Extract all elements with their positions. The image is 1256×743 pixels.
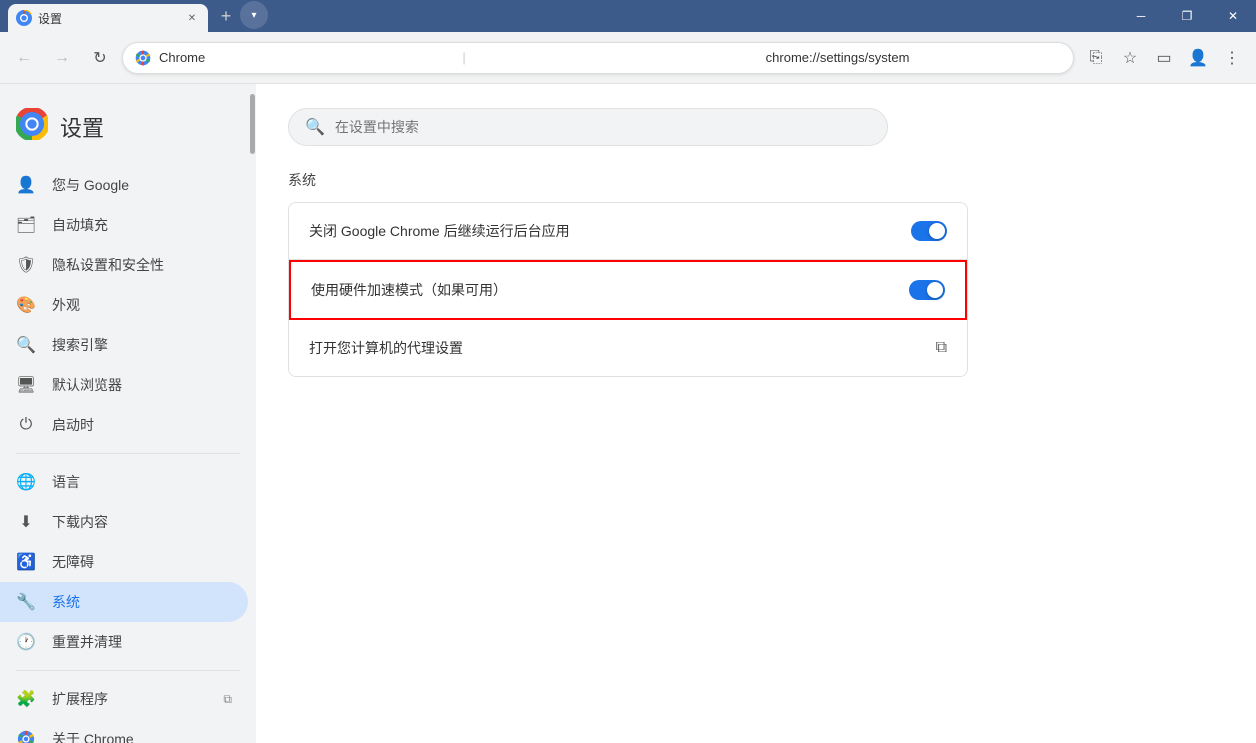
toggle-hardware-accel[interactable] bbox=[909, 280, 945, 300]
tab-favicon bbox=[16, 10, 32, 26]
sidebar-label-autofill: 自动填充 bbox=[52, 215, 108, 235]
power-icon: ⏻ bbox=[16, 415, 36, 435]
sidebar-title: 设置 bbox=[60, 111, 104, 143]
sidebar-scrollbar-thumb bbox=[250, 94, 255, 154]
main-layout: 设置 👤 您与 Google 🗂 自动填充 🛡 隐私设置和安全性 🎨 外观 🔍 … bbox=[0, 84, 1256, 743]
sidebar-item-extensions[interactable]: 🧩 扩展程序 ⧉ bbox=[0, 679, 248, 719]
sidebar-header: 设置 bbox=[0, 100, 256, 165]
autofill-icon: 🗂 bbox=[16, 215, 36, 235]
sidebar-item-appearance[interactable]: 🎨 外观 bbox=[0, 285, 248, 325]
sidebar-label-google: 您与 Google bbox=[52, 175, 129, 195]
section-title: 系统 bbox=[288, 170, 1224, 190]
tab-close-button[interactable]: ✕ bbox=[184, 10, 200, 26]
about-chrome-icon bbox=[16, 729, 36, 743]
sidebar: 设置 👤 您与 Google 🗂 自动填充 🛡 隐私设置和安全性 🎨 外观 🔍 … bbox=[0, 84, 256, 743]
split-screen-icon[interactable]: ▭ bbox=[1148, 42, 1180, 74]
url-bar[interactable]: Chrome | chrome://settings/system bbox=[122, 42, 1074, 74]
profile-icon[interactable]: 👤 bbox=[1182, 42, 1214, 74]
url-path: chrome://settings/system bbox=[766, 50, 1061, 65]
window-controls: ─ ❐ ✕ bbox=[1118, 0, 1256, 32]
sidebar-label-about: 关于 Chrome bbox=[52, 729, 134, 743]
sidebar-label-browser: 默认浏览器 bbox=[52, 375, 122, 395]
sidebar-item-download[interactable]: ⬇ 下载内容 bbox=[0, 502, 248, 542]
active-tab[interactable]: 设置 ✕ bbox=[8, 4, 208, 32]
sidebar-item-language[interactable]: 🌐 语言 bbox=[0, 462, 248, 502]
bookmark-icon[interactable]: ☆ bbox=[1114, 42, 1146, 74]
sidebar-scrollbar[interactable] bbox=[248, 84, 256, 743]
sidebar-item-google[interactable]: 👤 您与 Google bbox=[0, 165, 248, 205]
menu-icon[interactable]: ⋮ bbox=[1216, 42, 1248, 74]
tab-bar: 设置 ✕ + bbox=[8, 0, 240, 32]
setting-row-background-run: 关闭 Google Chrome 后继续运行后台应用 bbox=[289, 203, 967, 260]
sidebar-divider-2 bbox=[16, 670, 240, 671]
wrench-icon: 🔧 bbox=[16, 592, 36, 612]
content-area: 🔍 系统 关闭 Google Chrome 后继续运行后台应用 使用硬件加速模式… bbox=[256, 84, 1256, 743]
sidebar-label-appearance: 外观 bbox=[52, 295, 80, 315]
sidebar-item-accessibility[interactable]: ♿ 无障碍 bbox=[0, 542, 248, 582]
addressbar: ← → ↻ Chrome | chrome://settings/system … bbox=[0, 32, 1256, 84]
back-button[interactable]: ← bbox=[8, 42, 40, 74]
close-button[interactable]: ✕ bbox=[1210, 0, 1256, 32]
new-tab-button[interactable]: + bbox=[212, 2, 240, 30]
sidebar-item-about[interactable]: 关于 Chrome bbox=[0, 719, 248, 743]
setting-label-proxy: 打开您计算机的代理设置 bbox=[309, 338, 463, 358]
sidebar-label-search: 搜索引擎 bbox=[52, 335, 108, 355]
url-separator: | bbox=[462, 50, 757, 65]
sidebar-item-browser[interactable]: 🖥 默认浏览器 bbox=[0, 365, 248, 405]
toggle-background-run[interactable] bbox=[911, 221, 947, 241]
sidebar-label-reset: 重置并清理 bbox=[52, 632, 122, 652]
person-icon: 👤 bbox=[16, 175, 36, 195]
accessibility-icon: ♿ bbox=[16, 552, 36, 572]
sidebar-label-accessibility: 无障碍 bbox=[52, 552, 94, 572]
sidebar-label-system: 系统 bbox=[52, 592, 80, 612]
sidebar-item-startup[interactable]: ⏻ 启动时 bbox=[0, 405, 248, 445]
setting-label-hardware-accel: 使用硬件加速模式（如果可用） bbox=[311, 280, 507, 300]
titlebar-left: 设置 ✕ + ▾ bbox=[0, 0, 1118, 32]
url-favicon bbox=[135, 50, 151, 66]
search-icon: 🔍 bbox=[16, 335, 36, 355]
globe-icon: 🌐 bbox=[16, 472, 36, 492]
toggle-knob-hardware-accel bbox=[927, 282, 943, 298]
sidebar-item-privacy[interactable]: 🛡 隐私设置和安全性 bbox=[0, 245, 248, 285]
search-bar[interactable]: 🔍 bbox=[288, 108, 888, 146]
proxy-external-link-icon[interactable]: ⧉ bbox=[936, 339, 947, 357]
settings-card: 关闭 Google Chrome 后继续运行后台应用 使用硬件加速模式（如果可用… bbox=[288, 202, 968, 377]
extensions-external-icon: ⧉ bbox=[223, 692, 232, 707]
sidebar-label-download: 下载内容 bbox=[52, 512, 108, 532]
share-icon[interactable]: ⎘ bbox=[1080, 42, 1112, 74]
browser-icon: 🖥 bbox=[16, 375, 36, 395]
sidebar-item-system[interactable]: 🔧 系统 bbox=[0, 582, 248, 622]
sidebar-label-privacy: 隐私设置和安全性 bbox=[52, 255, 164, 275]
sidebar-item-reset[interactable]: 🕐 重置并清理 bbox=[0, 622, 248, 662]
url-brand: Chrome bbox=[159, 50, 454, 65]
download-icon: ⬇ bbox=[16, 512, 36, 532]
extensions-icon: 🧩 bbox=[16, 689, 36, 709]
toolbar-right: ⎘ ☆ ▭ 👤 ⋮ bbox=[1080, 42, 1248, 74]
sidebar-item-search[interactable]: 🔍 搜索引擎 bbox=[0, 325, 248, 365]
minimize-button[interactable]: ─ bbox=[1118, 0, 1164, 32]
toggle-knob-background-run bbox=[929, 223, 945, 239]
search-bar-icon: 🔍 bbox=[305, 117, 325, 137]
sidebar-label-extensions: 扩展程序 bbox=[52, 689, 108, 709]
setting-row-proxy: 打开您计算机的代理设置 ⧉ bbox=[289, 320, 967, 376]
tab-title: 设置 bbox=[38, 10, 178, 27]
titlebar: 设置 ✕ + ▾ ─ ❐ ✕ bbox=[0, 0, 1256, 32]
tab-dropdown-button[interactable]: ▾ bbox=[240, 1, 268, 29]
sidebar-label-startup: 启动时 bbox=[52, 415, 94, 435]
palette-icon: 🎨 bbox=[16, 295, 36, 315]
chrome-logo-icon bbox=[16, 108, 48, 145]
restore-button[interactable]: ❐ bbox=[1164, 0, 1210, 32]
search-input[interactable] bbox=[335, 119, 871, 135]
sidebar-divider-1 bbox=[16, 453, 240, 454]
setting-label-background-run: 关闭 Google Chrome 后继续运行后台应用 bbox=[309, 221, 570, 241]
shield-icon: 🛡 bbox=[16, 255, 36, 275]
forward-button[interactable]: → bbox=[46, 42, 78, 74]
reset-icon: 🕐 bbox=[16, 632, 36, 652]
setting-row-hardware-accel: 使用硬件加速模式（如果可用） bbox=[289, 260, 967, 320]
refresh-button[interactable]: ↻ bbox=[84, 42, 116, 74]
sidebar-label-language: 语言 bbox=[52, 472, 80, 492]
sidebar-item-autofill[interactable]: 🗂 自动填充 bbox=[0, 205, 248, 245]
